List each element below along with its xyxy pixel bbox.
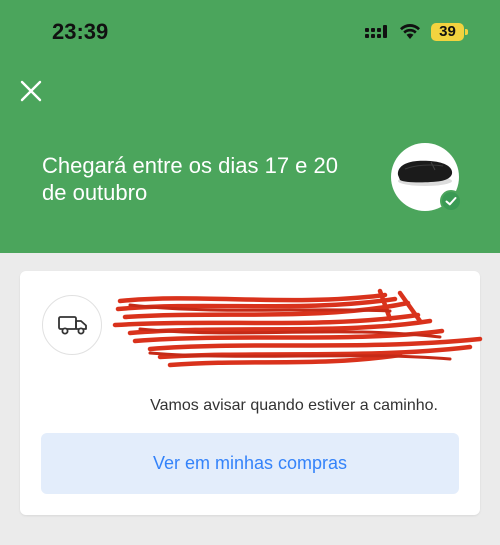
shipment-notice: Vamos avisar quando estiver a caminho. <box>150 397 438 414</box>
battery-tip <box>465 29 468 35</box>
signal-icon <box>365 25 387 38</box>
view-purchases-button[interactable]: Ver em minhas compras <box>41 433 459 494</box>
shipment-card: Vamos avisar quando estiver a caminho. V… <box>20 271 483 515</box>
delivery-headline: Chegará entre os dias 17 e 20 de outubro <box>42 153 338 205</box>
truck-icon <box>58 316 87 335</box>
status-bar: 23:39 39 <box>0 0 500 60</box>
check-icon <box>445 197 457 206</box>
close-icon[interactable] <box>19 79 43 103</box>
status-time: 23:39 <box>52 19 109 44</box>
header: 23:39 39 Chegará entre os dias 17 e 20 d… <box>0 0 500 253</box>
redaction-scribble <box>112 288 483 368</box>
wifi-icon <box>400 23 420 39</box>
battery-indicator: 39 <box>431 23 464 41</box>
delivered-check-badge <box>440 190 462 212</box>
